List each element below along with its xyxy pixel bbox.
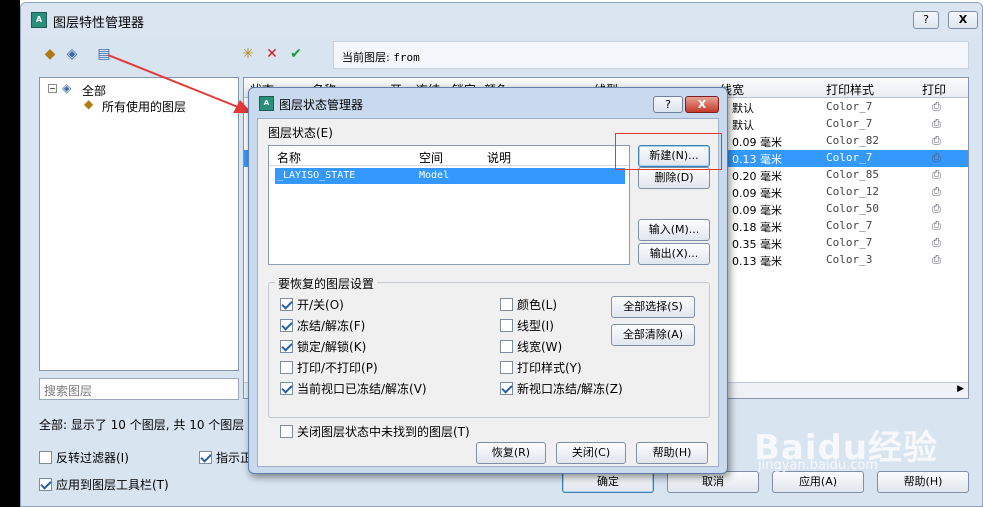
restore-option-label: 打印样式(Y)	[517, 361, 582, 375]
dialog-body: 图层状态(E) 名称 空间 说明 _LAYISO_STATE Model 新建(…	[257, 118, 719, 467]
annotation-highlight-box	[615, 133, 722, 170]
state-name: _LAYISO_STATE	[277, 170, 356, 181]
dialog-help-text-button[interactable]: 帮助(H)	[636, 442, 708, 464]
select-all-button[interactable]: 全部选择(S)	[611, 296, 695, 318]
restore-option-label: 新视口冻结/解冻(Z)	[517, 382, 623, 396]
restore-option[interactable]: 打印/不打印(P)	[280, 359, 378, 376]
restore-option[interactable]: 颜色(L)	[500, 296, 557, 313]
restore-option-label: 开/关(O)	[297, 298, 344, 312]
dialog-close-button[interactable]: X	[685, 96, 719, 113]
dialog-app-icon: A	[259, 96, 274, 111]
restore-option[interactable]: 线宽(W)	[500, 338, 562, 355]
states-column-name[interactable]: 名称	[277, 149, 301, 166]
restore-option[interactable]: 当前视口已冻结/解冻(V)	[280, 380, 427, 397]
restore-option-label: 颜色(L)	[517, 298, 558, 312]
restore-option-label: 锁定/解锁(K)	[297, 340, 367, 354]
restore-option-label: 冻结/解冻(F)	[297, 319, 366, 333]
layer-states-label: 图层状态(E)	[268, 126, 333, 140]
states-column-desc[interactable]: 说明	[487, 149, 511, 166]
layer-state-row[interactable]: _LAYISO_STATE Model	[275, 168, 625, 184]
restore-option[interactable]: 锁定/解锁(K)	[280, 338, 366, 355]
restore-option-checkbox[interactable]	[280, 298, 293, 311]
state-space: Model	[419, 170, 450, 181]
restore-option-checkbox[interactable]	[280, 361, 293, 374]
restore-button[interactable]: 恢复(R)	[476, 442, 546, 464]
close-not-found-checkbox[interactable]	[280, 425, 293, 438]
dialog-title: 图层状态管理器	[279, 98, 364, 112]
restore-option-checkbox[interactable]	[280, 382, 293, 395]
dialog-help-button[interactable]: ?	[653, 96, 683, 113]
restore-option-label: 当前视口已冻结/解冻(V)	[297, 382, 427, 396]
delete-state-button[interactable]: 删除(D)	[638, 167, 710, 189]
close-not-found-option[interactable]: 关闭图层状态中未找到的图层(T)	[280, 423, 470, 440]
restore-option-label: 线型(I)	[517, 319, 554, 333]
restore-option-label: 线宽(W)	[517, 340, 563, 354]
restore-option[interactable]: 新视口冻结/解冻(Z)	[500, 380, 623, 397]
import-state-button[interactable]: 输入(M)...	[638, 219, 710, 241]
states-column-space[interactable]: 空间	[419, 149, 443, 166]
restore-option[interactable]: 冻结/解冻(F)	[280, 317, 365, 334]
restore-option[interactable]: 线型(I)	[500, 317, 554, 334]
clear-all-button[interactable]: 全部清除(A)	[611, 324, 695, 346]
layer-states-list[interactable]: 名称 空间 说明 _LAYISO_STATE Model	[268, 145, 630, 265]
restore-option-checkbox[interactable]	[500, 340, 513, 353]
states-list-header: 名称 空间 说明	[269, 146, 629, 166]
restore-option-checkbox[interactable]	[280, 319, 293, 332]
restore-option-checkbox[interactable]	[280, 340, 293, 353]
dialog-close-text-button[interactable]: 关闭(C)	[556, 442, 626, 464]
annotation-arrow-line	[107, 54, 239, 108]
export-state-button[interactable]: 输出(X)...	[638, 243, 710, 265]
restore-option[interactable]: 开/关(O)	[280, 296, 344, 313]
restore-option-checkbox[interactable]	[500, 319, 513, 332]
restore-option-checkbox[interactable]	[500, 298, 513, 311]
restore-option-checkbox[interactable]	[500, 382, 513, 395]
restore-option-label: 打印/不打印(P)	[297, 361, 378, 375]
restore-settings-title: 要恢复的图层设置	[275, 275, 378, 292]
watermark-url: jingyan.baidu.com	[758, 458, 878, 473]
restore-option[interactable]: 打印样式(Y)	[500, 359, 582, 376]
restore-option-checkbox[interactable]	[500, 361, 513, 374]
